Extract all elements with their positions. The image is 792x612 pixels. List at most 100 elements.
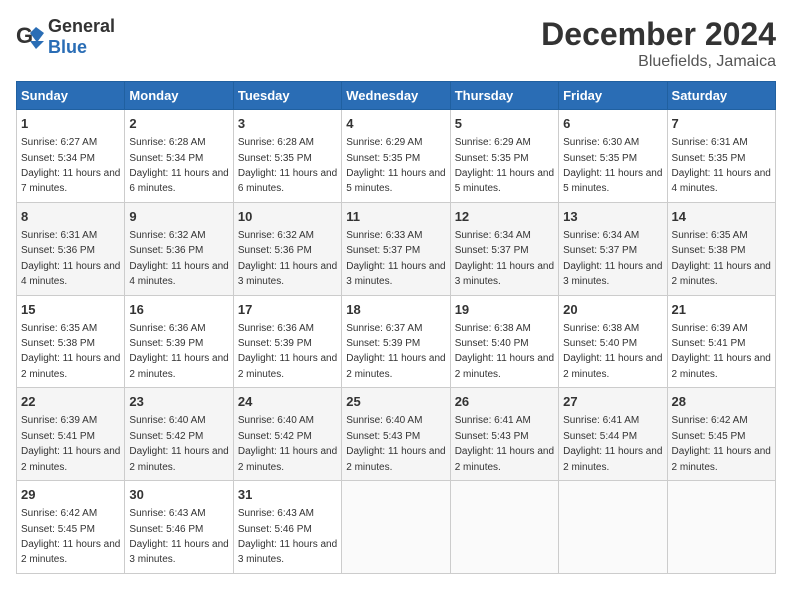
day-info: Sunrise: 6:27 AMSunset: 5:34 PMDaylight:… [21, 137, 120, 194]
day-number: 24 [238, 393, 337, 411]
calendar-body: 1 Sunrise: 6:27 AMSunset: 5:34 PMDayligh… [17, 110, 776, 574]
day-cell-6: 6 Sunrise: 6:30 AMSunset: 5:35 PMDayligh… [559, 110, 667, 203]
day-info: Sunrise: 6:41 AMSunset: 5:44 PMDaylight:… [563, 415, 662, 472]
day-number: 8 [21, 208, 120, 226]
day-number: 11 [346, 208, 445, 226]
day-number: 16 [129, 301, 228, 319]
day-number: 20 [563, 301, 662, 319]
day-number: 17 [238, 301, 337, 319]
day-number: 5 [455, 115, 554, 133]
day-number: 18 [346, 301, 445, 319]
col-saturday: Saturday [667, 82, 775, 110]
day-cell-20: 20 Sunrise: 6:38 AMSunset: 5:40 PMDaylig… [559, 295, 667, 388]
day-info: Sunrise: 6:32 AMSunset: 5:36 PMDaylight:… [129, 230, 228, 287]
day-info: Sunrise: 6:31 AMSunset: 5:35 PMDaylight:… [672, 137, 771, 194]
day-number: 4 [346, 115, 445, 133]
empty-cell [667, 481, 775, 574]
day-number: 6 [563, 115, 662, 133]
day-info: Sunrise: 6:43 AMSunset: 5:46 PMDaylight:… [129, 508, 228, 565]
day-number: 1 [21, 115, 120, 133]
day-number: 2 [129, 115, 228, 133]
day-number: 19 [455, 301, 554, 319]
day-cell-10: 10 Sunrise: 6:32 AMSunset: 5:36 PMDaylig… [233, 202, 341, 295]
day-cell-2: 2 Sunrise: 6:28 AMSunset: 5:34 PMDayligh… [125, 110, 233, 203]
day-info: Sunrise: 6:29 AMSunset: 5:35 PMDaylight:… [346, 137, 445, 194]
day-number: 7 [672, 115, 771, 133]
empty-cell [342, 481, 450, 574]
day-info: Sunrise: 6:39 AMSunset: 5:41 PMDaylight:… [21, 415, 120, 472]
day-info: Sunrise: 6:28 AMSunset: 5:34 PMDaylight:… [129, 137, 228, 194]
logo: G General Blue [16, 16, 115, 58]
day-cell-21: 21 Sunrise: 6:39 AMSunset: 5:41 PMDaylig… [667, 295, 775, 388]
day-cell-25: 25 Sunrise: 6:40 AMSunset: 5:43 PMDaylig… [342, 388, 450, 481]
empty-cell [559, 481, 667, 574]
col-friday: Friday [559, 82, 667, 110]
day-cell-14: 14 Sunrise: 6:35 AMSunset: 5:38 PMDaylig… [667, 202, 775, 295]
day-number: 3 [238, 115, 337, 133]
empty-cell [450, 481, 558, 574]
day-cell-28: 28 Sunrise: 6:42 AMSunset: 5:45 PMDaylig… [667, 388, 775, 481]
day-info: Sunrise: 6:43 AMSunset: 5:46 PMDaylight:… [238, 508, 337, 565]
day-cell-26: 26 Sunrise: 6:41 AMSunset: 5:43 PMDaylig… [450, 388, 558, 481]
day-cell-23: 23 Sunrise: 6:40 AMSunset: 5:42 PMDaylig… [125, 388, 233, 481]
day-number: 30 [129, 486, 228, 504]
day-info: Sunrise: 6:29 AMSunset: 5:35 PMDaylight:… [455, 137, 554, 194]
col-thursday: Thursday [450, 82, 558, 110]
day-cell-19: 19 Sunrise: 6:38 AMSunset: 5:40 PMDaylig… [450, 295, 558, 388]
col-monday: Monday [125, 82, 233, 110]
day-info: Sunrise: 6:42 AMSunset: 5:45 PMDaylight:… [21, 508, 120, 565]
day-cell-4: 4 Sunrise: 6:29 AMSunset: 5:35 PMDayligh… [342, 110, 450, 203]
calendar-header: Sunday Monday Tuesday Wednesday Thursday… [17, 82, 776, 110]
day-info: Sunrise: 6:40 AMSunset: 5:42 PMDaylight:… [129, 415, 228, 472]
col-wednesday: Wednesday [342, 82, 450, 110]
day-info: Sunrise: 6:31 AMSunset: 5:36 PMDaylight:… [21, 230, 120, 287]
day-number: 21 [672, 301, 771, 319]
day-number: 25 [346, 393, 445, 411]
day-cell-7: 7 Sunrise: 6:31 AMSunset: 5:35 PMDayligh… [667, 110, 775, 203]
day-cell-18: 18 Sunrise: 6:37 AMSunset: 5:39 PMDaylig… [342, 295, 450, 388]
day-number: 15 [21, 301, 120, 319]
day-cell-27: 27 Sunrise: 6:41 AMSunset: 5:44 PMDaylig… [559, 388, 667, 481]
day-number: 12 [455, 208, 554, 226]
logo-text-general: General [48, 16, 115, 36]
month-title: December 2024 [541, 16, 776, 53]
day-cell-15: 15 Sunrise: 6:35 AMSunset: 5:38 PMDaylig… [17, 295, 125, 388]
day-info: Sunrise: 6:42 AMSunset: 5:45 PMDaylight:… [672, 415, 771, 472]
day-cell-24: 24 Sunrise: 6:40 AMSunset: 5:42 PMDaylig… [233, 388, 341, 481]
day-cell-3: 3 Sunrise: 6:28 AMSunset: 5:35 PMDayligh… [233, 110, 341, 203]
day-number: 22 [21, 393, 120, 411]
day-cell-8: 8 Sunrise: 6:31 AMSunset: 5:36 PMDayligh… [17, 202, 125, 295]
day-number: 29 [21, 486, 120, 504]
day-info: Sunrise: 6:37 AMSunset: 5:39 PMDaylight:… [346, 323, 445, 380]
day-cell-12: 12 Sunrise: 6:34 AMSunset: 5:37 PMDaylig… [450, 202, 558, 295]
day-number: 31 [238, 486, 337, 504]
day-info: Sunrise: 6:36 AMSunset: 5:39 PMDaylight:… [129, 323, 228, 380]
col-tuesday: Tuesday [233, 82, 341, 110]
day-cell-30: 30 Sunrise: 6:43 AMSunset: 5:46 PMDaylig… [125, 481, 233, 574]
day-number: 13 [563, 208, 662, 226]
logo-text-blue: Blue [48, 37, 87, 57]
day-info: Sunrise: 6:38 AMSunset: 5:40 PMDaylight:… [455, 323, 554, 380]
location-title: Bluefields, Jamaica [541, 53, 776, 71]
day-info: Sunrise: 6:34 AMSunset: 5:37 PMDaylight:… [455, 230, 554, 287]
day-info: Sunrise: 6:40 AMSunset: 5:42 PMDaylight:… [238, 415, 337, 472]
day-cell-16: 16 Sunrise: 6:36 AMSunset: 5:39 PMDaylig… [125, 295, 233, 388]
day-number: 27 [563, 393, 662, 411]
day-cell-5: 5 Sunrise: 6:29 AMSunset: 5:35 PMDayligh… [450, 110, 558, 203]
col-sunday: Sunday [17, 82, 125, 110]
day-info: Sunrise: 6:30 AMSunset: 5:35 PMDaylight:… [563, 137, 662, 194]
day-number: 23 [129, 393, 228, 411]
day-cell-9: 9 Sunrise: 6:32 AMSunset: 5:36 PMDayligh… [125, 202, 233, 295]
day-info: Sunrise: 6:36 AMSunset: 5:39 PMDaylight:… [238, 323, 337, 380]
day-info: Sunrise: 6:28 AMSunset: 5:35 PMDaylight:… [238, 137, 337, 194]
day-info: Sunrise: 6:35 AMSunset: 5:38 PMDaylight:… [672, 230, 771, 287]
day-cell-1: 1 Sunrise: 6:27 AMSunset: 5:34 PMDayligh… [17, 110, 125, 203]
logo-icon: G [16, 23, 44, 51]
svg-text:G: G [16, 23, 33, 48]
day-cell-22: 22 Sunrise: 6:39 AMSunset: 5:41 PMDaylig… [17, 388, 125, 481]
day-info: Sunrise: 6:34 AMSunset: 5:37 PMDaylight:… [563, 230, 662, 287]
day-info: Sunrise: 6:41 AMSunset: 5:43 PMDaylight:… [455, 415, 554, 472]
day-number: 14 [672, 208, 771, 226]
day-info: Sunrise: 6:38 AMSunset: 5:40 PMDaylight:… [563, 323, 662, 380]
title-area: December 2024 Bluefields, Jamaica [541, 16, 776, 71]
